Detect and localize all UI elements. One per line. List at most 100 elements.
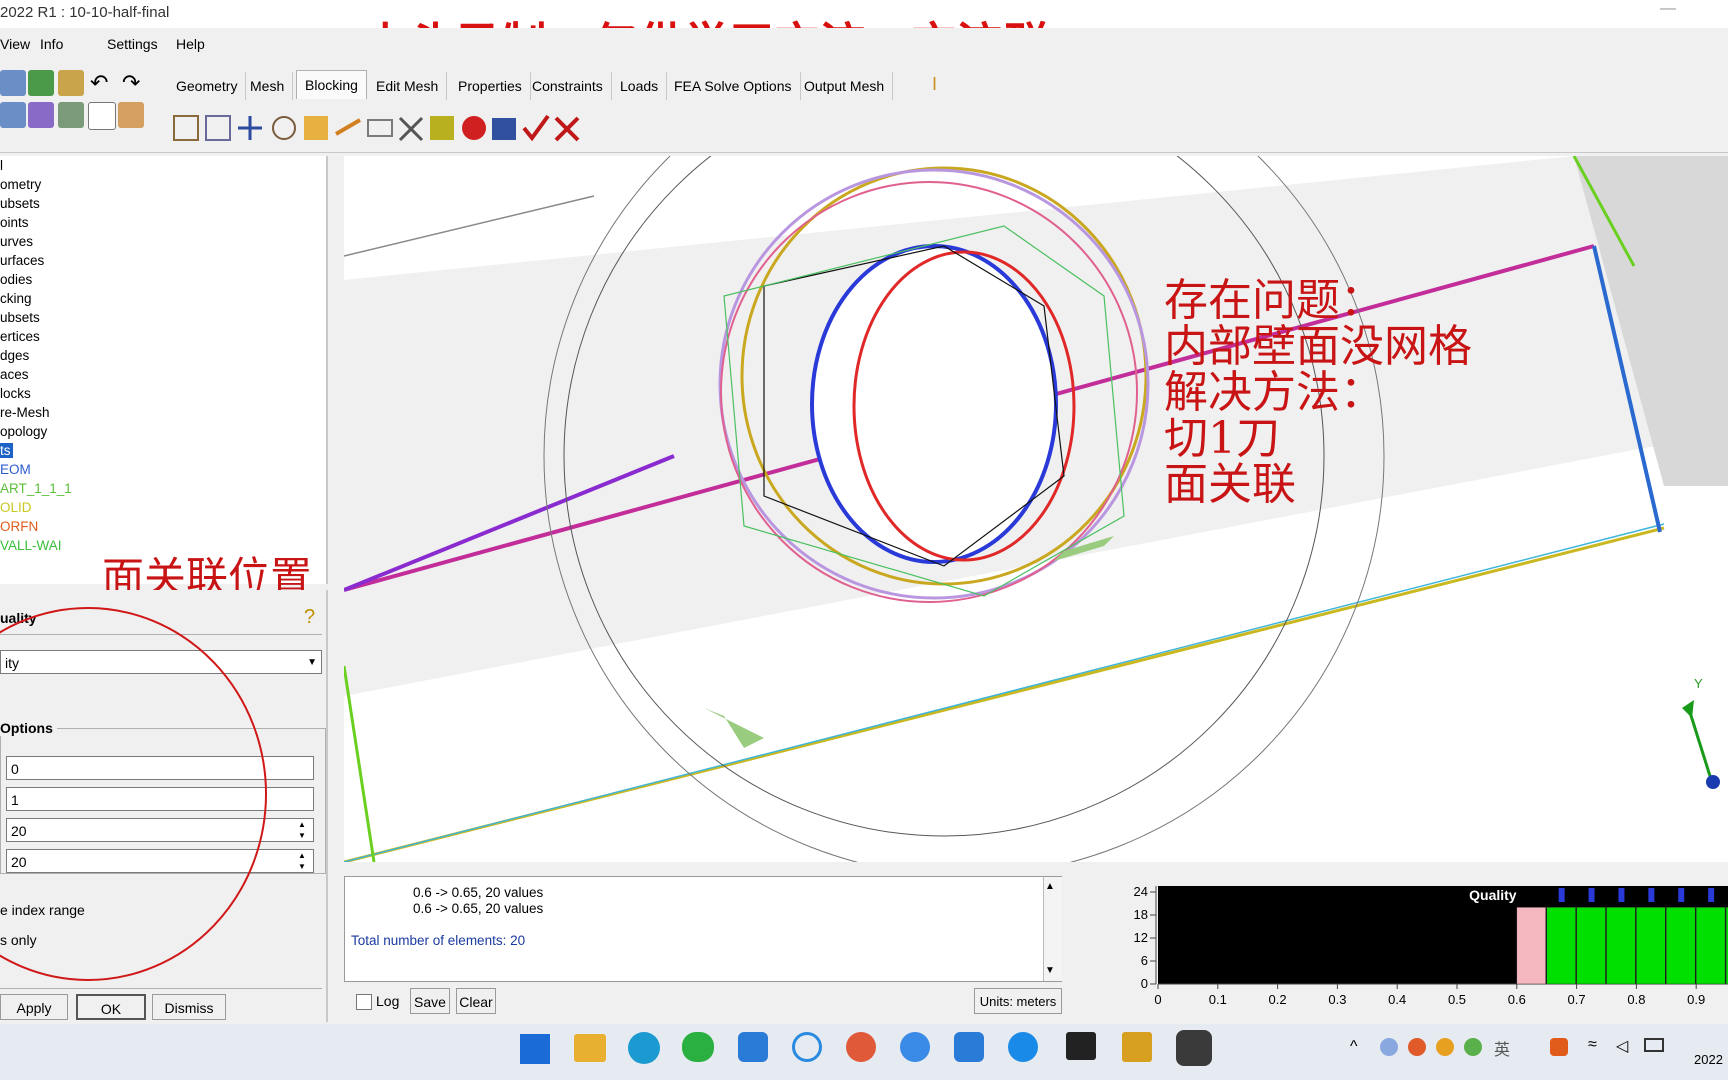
y-axis-label: Y bbox=[1694, 676, 1703, 691]
note-line: 内部壁面没网格 bbox=[1164, 321, 1472, 372]
tray-chevron-icon[interactable]: ^ bbox=[1350, 1038, 1358, 1056]
part-art[interactable]: ART_1_1_1 bbox=[0, 481, 72, 496]
lcs-icon[interactable] bbox=[0, 102, 26, 128]
tree-item[interactable]: oints bbox=[0, 215, 29, 230]
histogram-bar bbox=[1636, 907, 1666, 985]
app-icon[interactable] bbox=[846, 1032, 876, 1062]
histogram-bar bbox=[1546, 907, 1576, 985]
cursor-icon: I bbox=[932, 74, 938, 94]
taskbar: ^ 英 ≈ ◁ 2022 bbox=[0, 1024, 1728, 1080]
tree-item-parts[interactable]: ts bbox=[0, 443, 13, 458]
tree-item[interactable]: opology bbox=[0, 424, 47, 439]
tab-properties[interactable]: Properties bbox=[450, 72, 531, 100]
wifi-icon[interactable]: ≈ bbox=[1588, 1036, 1597, 1054]
tab-mesh[interactable]: Mesh bbox=[242, 72, 294, 100]
bar-marker bbox=[1708, 888, 1715, 902]
tab-edit-mesh[interactable]: Edit Mesh bbox=[368, 72, 448, 100]
menu-view[interactable]: View bbox=[0, 36, 30, 52]
app-icon[interactable] bbox=[900, 1032, 930, 1062]
tree-item[interactable]: l bbox=[0, 158, 3, 173]
view-box-icon[interactable] bbox=[88, 102, 116, 130]
message-line: 0.6 -> 0.65, 20 values bbox=[413, 901, 544, 916]
undo-icon[interactable]: ↶ bbox=[90, 70, 108, 96]
blocking-tools bbox=[164, 110, 584, 144]
part-geom[interactable]: EOM bbox=[0, 462, 31, 477]
wechat-icon[interactable] bbox=[682, 1032, 714, 1062]
recorder-icon[interactable] bbox=[1176, 1030, 1212, 1066]
tab-blocking[interactable]: Blocking bbox=[296, 70, 367, 99]
tab-constraints[interactable]: Constraints bbox=[524, 72, 612, 100]
windows-start-icon[interactable] bbox=[520, 1034, 550, 1064]
tree-item[interactable]: ertices bbox=[0, 329, 40, 344]
menu-info[interactable]: Info bbox=[40, 36, 63, 52]
save-button[interactable]: Save bbox=[410, 988, 450, 1014]
tray-icon[interactable] bbox=[1436, 1038, 1454, 1056]
terminal-icon[interactable] bbox=[1066, 1032, 1096, 1060]
open-icon[interactable] bbox=[0, 70, 26, 96]
log-checkbox[interactable] bbox=[356, 994, 372, 1010]
tree-item[interactable]: aces bbox=[0, 367, 29, 382]
solid-box-icon[interactable] bbox=[118, 102, 144, 128]
part-wall[interactable]: VALL-WAI bbox=[0, 538, 62, 553]
app-icon[interactable] bbox=[954, 1032, 984, 1062]
message-total: Total number of elements: 20 bbox=[351, 933, 526, 948]
screen-icon[interactable] bbox=[58, 102, 84, 128]
graphics-viewport[interactable]: 存在问题： 内部壁面没网格 解决方法： 切1刀 面关联 Y bbox=[344, 156, 1728, 862]
volume-icon[interactable]: ◁ bbox=[1616, 1036, 1628, 1056]
y-tick-label: 6 bbox=[1141, 953, 1148, 968]
folder-icon[interactable] bbox=[58, 70, 84, 96]
tree-item[interactable]: ubsets bbox=[0, 310, 40, 325]
block-tool-icons bbox=[173, 114, 580, 142]
tree-item[interactable]: urves bbox=[0, 234, 33, 249]
menu-settings[interactable]: Settings bbox=[107, 36, 158, 52]
ime-icon[interactable]: 英 bbox=[1494, 1036, 1510, 1060]
bar-marker bbox=[1558, 888, 1565, 902]
tray-icon[interactable] bbox=[1408, 1038, 1426, 1056]
histogram-bar bbox=[1576, 907, 1606, 985]
part-solid[interactable]: OLID bbox=[0, 500, 32, 515]
tree-item[interactable]: cking bbox=[0, 291, 32, 306]
scroll-up-icon[interactable]: ▲ bbox=[1045, 881, 1055, 892]
clear-button[interactable]: Clear bbox=[456, 988, 496, 1014]
tab-loads[interactable]: Loads bbox=[612, 72, 668, 100]
app-icon[interactable] bbox=[738, 1032, 768, 1062]
tree-item[interactable]: ubsets bbox=[0, 196, 40, 211]
model-tree: l ometry ubsets oints urves urfaces odie… bbox=[0, 156, 328, 602]
note-line: 面关联 bbox=[1164, 459, 1296, 510]
tray-icon[interactable] bbox=[1464, 1038, 1482, 1056]
quality-panel: uality ? ity ▼ Options 0 1 20 ▲ ▼ 20 ▲ ▼ e… bbox=[0, 590, 328, 1022]
tab-geometry[interactable]: Geometry bbox=[168, 72, 247, 100]
app-icon[interactable] bbox=[1008, 1032, 1038, 1062]
tray-icon[interactable] bbox=[1380, 1038, 1398, 1056]
histogram-bar bbox=[1516, 907, 1546, 985]
histogram-bar bbox=[1666, 907, 1696, 985]
icem-icon[interactable] bbox=[1122, 1032, 1152, 1062]
minimize-icon[interactable]: — bbox=[1660, 0, 1676, 18]
quality-histogram[interactable]: 24 18 12 6 00 0.1 0.2 0.3 0.4 0.5 0.6 0.7 0.8 0.9 Qual… bbox=[1072, 876, 1728, 1022]
app-icon[interactable] bbox=[792, 1032, 822, 1062]
battery-icon[interactable] bbox=[1644, 1038, 1664, 1052]
part-orfn[interactable]: ORFN bbox=[0, 519, 38, 534]
tree-item[interactable]: dges bbox=[0, 348, 29, 363]
tree-item[interactable]: locks bbox=[0, 386, 31, 401]
tray-icon[interactable] bbox=[1550, 1038, 1568, 1056]
y-tick-label: 12 bbox=[1134, 930, 1148, 945]
note-line: 存在问题： bbox=[1164, 275, 1384, 326]
taskbar-date: 2022 bbox=[1694, 1052, 1723, 1067]
tree-item[interactable]: urfaces bbox=[0, 253, 44, 268]
menu-bar: View Info Settings Help bbox=[0, 28, 1728, 58]
tab-fea-solve-options[interactable]: FEA Solve Options bbox=[666, 72, 801, 100]
save-icon[interactable] bbox=[28, 70, 54, 96]
tree-item[interactable]: re-Mesh bbox=[0, 405, 50, 420]
redo-icon[interactable]: ↷ bbox=[122, 70, 140, 96]
tree-item[interactable]: odies bbox=[0, 272, 32, 287]
scroll-down-icon[interactable]: ▼ bbox=[1045, 965, 1055, 976]
menu-help[interactable]: Help bbox=[176, 36, 205, 52]
tree-item[interactable]: ometry bbox=[0, 177, 41, 192]
histogram-title: Quality bbox=[1469, 887, 1517, 903]
histogram-panel: 24 18 12 6 0 0 0.1 0.2 0.3 0.4 0.5 0.6 0.7 0.8 0.9 Qual… bbox=[1072, 876, 1728, 1022]
tab-output-mesh[interactable]: Output Mesh bbox=[796, 72, 894, 100]
measure-icon[interactable] bbox=[28, 102, 54, 128]
file-explorer-icon[interactable] bbox=[574, 1034, 606, 1062]
edge-icon[interactable] bbox=[628, 1032, 660, 1064]
